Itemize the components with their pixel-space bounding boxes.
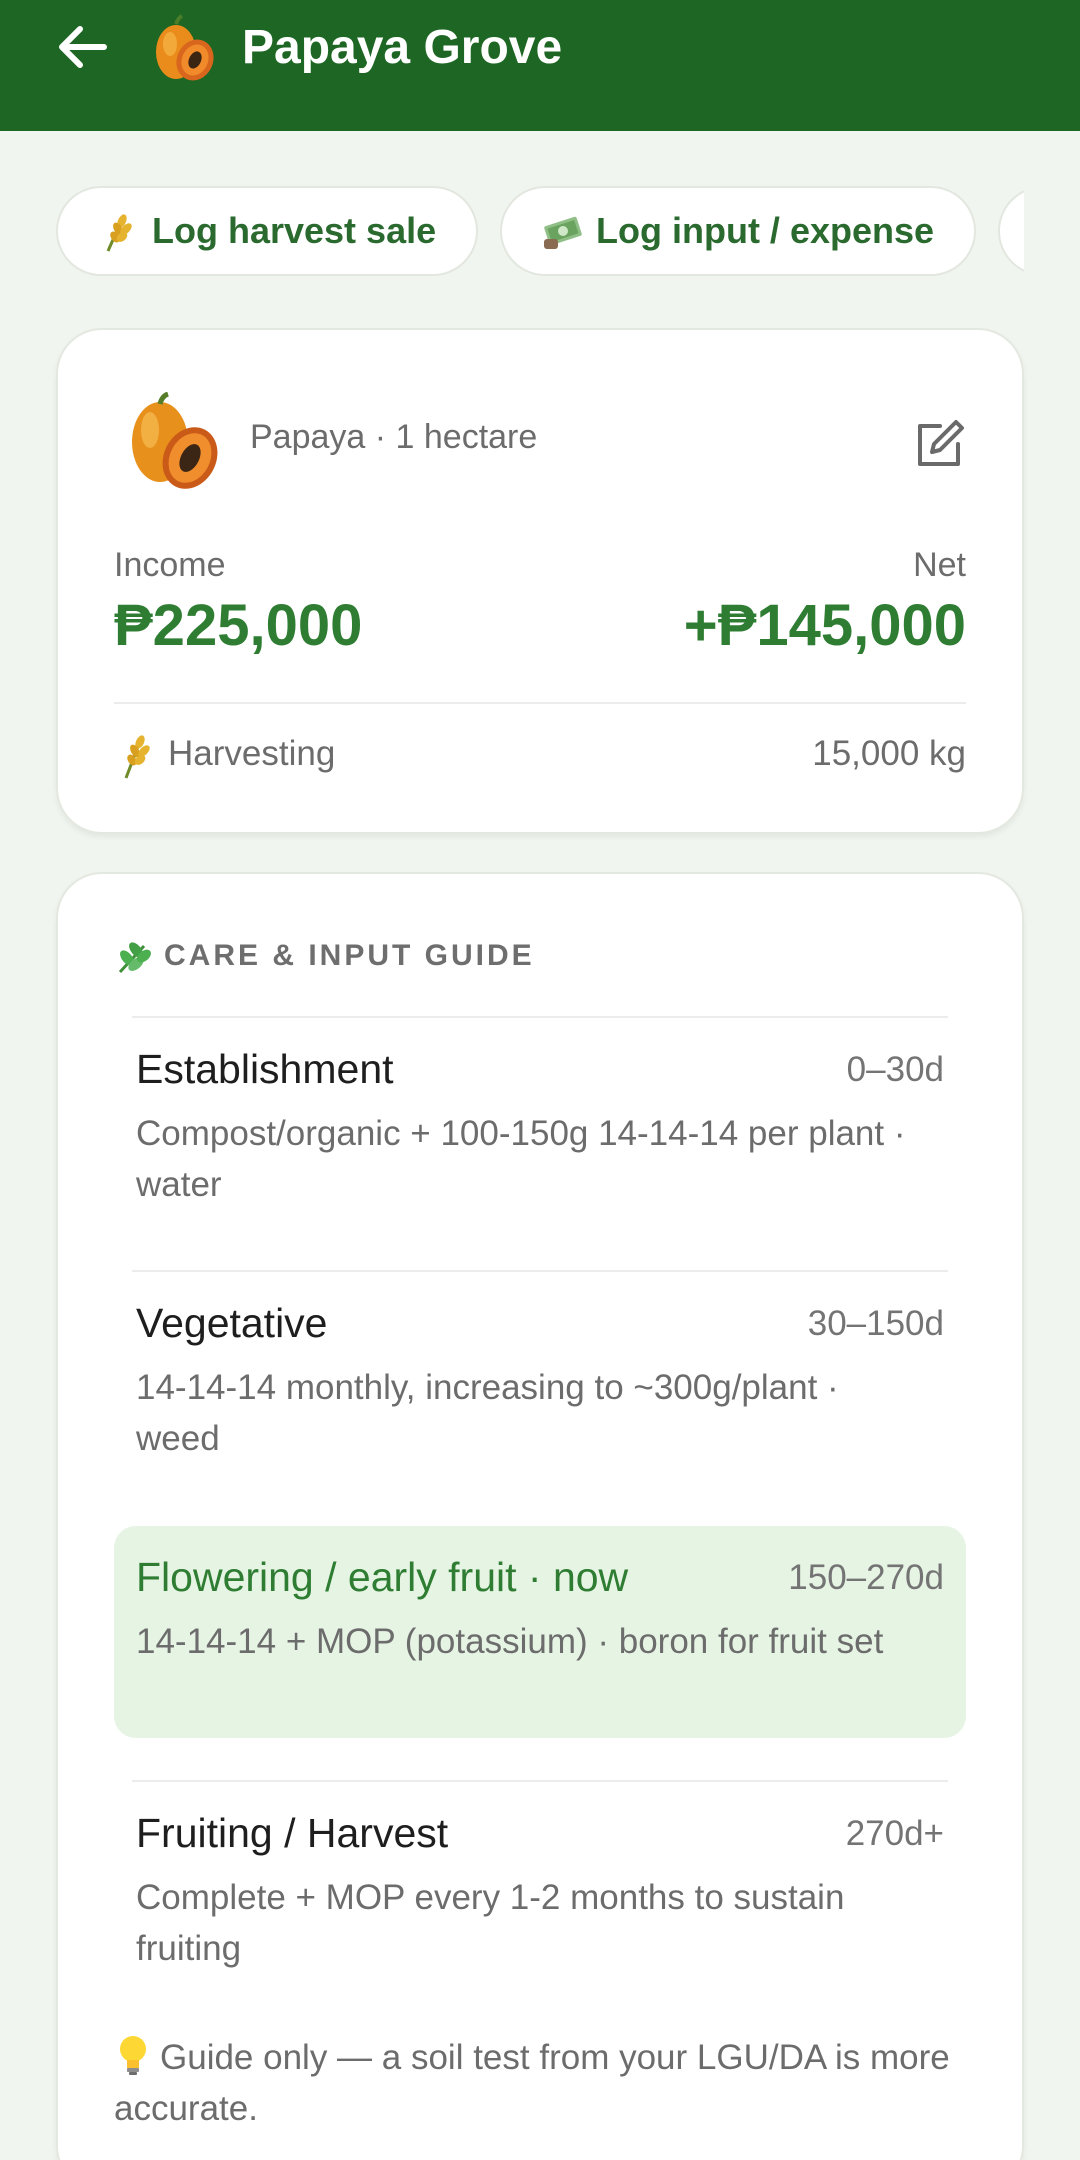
papaya-icon (156, 14, 214, 81)
divider (132, 1780, 948, 1782)
crop-info: Papaya · 1 hectare (250, 418, 538, 456)
back-button[interactable] (50, 15, 114, 79)
page-title: Papaya Grove (242, 21, 563, 74)
action-chip-row: Log harvest sale Log input / expense (0, 186, 1024, 278)
phase-desc: Compost/organic + 100-150g 14-14-14 per … (136, 1114, 906, 1204)
phase-range: 30–150d (807, 1304, 944, 1343)
lightbulb-icon (120, 2036, 146, 2075)
chip-label: Log input / expense (596, 210, 935, 251)
divider (132, 1270, 948, 1272)
phase-name: Establishment (136, 1046, 394, 1092)
phase-range: 270d+ (845, 1814, 944, 1853)
net-label: Net (913, 546, 966, 584)
phase-desc: 14-14-14 monthly, increasing to ~300g/pl… (136, 1368, 839, 1458)
guide-header: CARE & INPUT GUIDE (114, 936, 535, 976)
phase-name: Vegetative (136, 1300, 328, 1346)
phase-item-current: Flowering / early fruit · now 150–270d 1… (114, 1526, 966, 1738)
log-harvest-sale-button[interactable]: Log harvest sale (56, 186, 479, 276)
arrow-left-icon (59, 26, 107, 68)
phase-name: Fruiting / Harvest (136, 1810, 449, 1856)
herb-icon (118, 942, 151, 974)
edit-icon[interactable] (910, 416, 968, 474)
papaya-icon (132, 392, 218, 489)
net-value: +₱145,000 (683, 593, 966, 658)
phase-desc: 14-14-14 + MOP (potassium) · boron for f… (136, 1622, 884, 1661)
guide-note-text: Guide only — a soil test from your LGU/D… (114, 2038, 950, 2128)
guide-title: CARE & INPUT GUIDE (164, 939, 535, 972)
yield-amount: 15,000 kg (812, 734, 966, 773)
income-label: Income (114, 546, 226, 584)
divider (114, 702, 966, 704)
log-input-expense-button[interactable]: Log input / expense (500, 186, 977, 276)
app-bar: Papaya Grove (0, 0, 1080, 131)
divider (132, 1016, 948, 1018)
growth-stage: Harvesting (168, 734, 336, 773)
care-guide-card: CARE & INPUT GUIDE Establishment 0–30d C… (56, 872, 1024, 2160)
guide-note: Guide only — a soil test from your LGU/D… (114, 2032, 966, 2134)
income-value: ₱225,000 (114, 593, 363, 658)
wheat-icon (124, 735, 150, 779)
phase-item: Vegetative 30–150d 14-14-14 monthly, inc… (114, 1270, 966, 1524)
phase-name: Flowering / early fruit · now (136, 1554, 629, 1600)
phase-range: 150–270d (788, 1558, 944, 1597)
phase-item: Fruiting / Harvest 270d+ Complete + MOP … (114, 1780, 966, 2010)
chip-label: Log harvest sale (152, 210, 437, 251)
phase-item: Establishment 0–30d Compost/organic + 10… (114, 1016, 966, 1270)
phase-desc: Complete + MOP every 1-2 months to susta… (136, 1878, 845, 1968)
crop-summary-card: Papaya · 1 hectare Income Net ₱225,000 +… (56, 328, 1024, 834)
wheat-icon (106, 214, 132, 252)
phase-range: 0–30d (846, 1050, 944, 1089)
more-chip[interactable] (998, 186, 1024, 276)
money-icon (544, 216, 582, 249)
